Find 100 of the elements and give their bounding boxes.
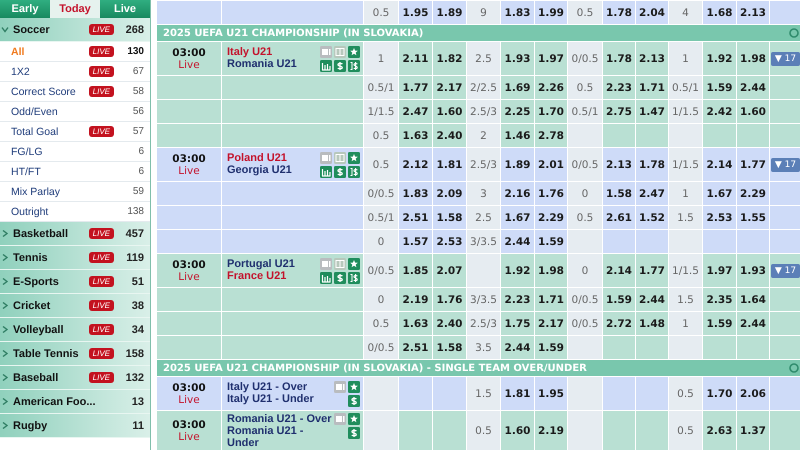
star-icon[interactable] [348,46,360,58]
more-markets-button[interactable]: ▼ 17 [770,52,800,66]
more-markets-button[interactable]: ▼ 17 [770,158,800,172]
chart-icon[interactable] [320,60,332,72]
field-icon[interactable] [334,258,346,270]
tab[interactable]: Live [100,0,150,18]
handicap-line: 2.5 [475,212,492,224]
field-icon[interactable] [334,46,346,58]
market-name: 1X2 [11,66,31,78]
team-name[interactable]: Italy U21 - Under [227,392,334,404]
dollar-list-icon[interactable] [348,166,360,178]
sport-name: American Foo... [13,396,97,408]
event-count: 11 [131,420,144,432]
handicap-line: 0.5 [372,130,390,142]
dollar-list-icon[interactable] [348,60,360,72]
chevron-icon [2,278,8,285]
dollar-icon[interactable] [348,427,360,439]
sport-name: Volleyball [13,324,65,336]
live-badge: LIVE [88,276,114,287]
tab[interactable]: Today [50,0,100,18]
handicap-line: 0/0.5 [368,188,394,200]
event-count: 13 [130,396,144,408]
star-icon[interactable] [348,380,360,392]
handicap-line: 1.5 [677,294,694,306]
handicap-line: 0/0.5 [572,318,598,330]
sport-item[interactable]: Volleyball LIVE 34 [0,318,150,342]
sport-item[interactable]: Basketball LIVE 457 [0,222,150,246]
handicap-line: 0.5/1 [368,212,394,224]
chart-icon[interactable] [320,272,332,284]
team-name[interactable]: France U21 [227,270,320,282]
dollar-icon[interactable] [348,394,360,406]
dollar-icon[interactable] [334,166,346,178]
team-name[interactable]: Italy U21 - Over [227,380,334,392]
event-count: 158 [124,348,144,360]
dollar-icon[interactable] [334,272,346,284]
sport-item[interactable]: Soccer LIVE 268 [0,18,150,42]
sport-item[interactable]: E-Sports LIVE 51 [0,270,150,294]
handicap-line: 0/0.5 [572,52,598,64]
sport-item[interactable]: Tennis LIVE 119 [0,246,150,270]
team-name[interactable]: Romania U21 - Under [227,425,334,449]
team-name[interactable]: Italy U21 [227,46,320,58]
market-name: All [11,46,26,58]
handicap-line: 1.5 [475,388,492,400]
live-badge: LIVE [88,252,114,263]
event-count: 34 [130,324,144,336]
handicap-line: 2.5 [475,52,492,64]
live-badge: LIVE [88,372,114,383]
handicap-line: 2 [480,130,487,142]
handicap-line: 0 [378,294,384,306]
sport-item[interactable]: Baseball LIVE 132 [0,366,150,390]
event-count: 119 [125,252,144,264]
chevron-icon [2,302,8,309]
team-name[interactable]: Poland U21 [227,152,320,164]
handicap-line: 3/3.5 [470,294,497,306]
live-badge: LIVE [88,324,114,335]
live-status: Live [177,164,201,176]
handicap-line: 0.5 [372,6,390,18]
chevron-icon [2,350,8,357]
team-name[interactable]: Portugal U21 [227,258,320,270]
event-count: 59 [132,186,144,197]
sport-item[interactable]: American Foo... 13 [0,390,150,414]
handicap-line: 1 [682,52,689,64]
handicap-line: 0.5 [677,425,694,437]
market-name: Total Goal [11,126,60,138]
event-count: 51 [130,276,144,288]
handicap-line: 0.5/1 [368,82,394,94]
league-title: 2025 UEFA U21 CHAMPIONSHIP (IN SLOVAKIA) [163,28,424,38]
sport-item[interactable]: Cricket LIVE 38 [0,294,150,318]
handicap-line: 3/3.5 [470,236,497,248]
dollar-icon[interactable] [334,60,346,72]
sport-name: Soccer [13,24,51,36]
live-badge: LIVE [88,126,114,137]
live-status: Live [177,394,201,406]
dollar-list-icon[interactable] [348,272,360,284]
chart-icon[interactable] [320,166,332,178]
handicap-line: 3.5 [475,342,492,354]
team-name[interactable]: Georgia U21 [227,164,320,176]
handicap-line: 2/2.5 [470,82,497,94]
star-icon[interactable] [348,152,360,164]
chevron-icon [2,374,8,381]
sport-item[interactable]: Table Tennis LIVE 158 [0,342,150,366]
live-status: Live [177,58,201,70]
sport-name: E-Sports [13,276,60,288]
handicap-line: 0/0.5 [368,342,394,354]
sport-item[interactable]: Rugby 11 [0,414,150,438]
live-status: Live [177,270,201,282]
star-icon[interactable] [348,258,360,270]
star-icon[interactable] [348,413,360,425]
market-name: HT/FT [11,166,42,178]
event-count: 268 [124,24,144,36]
team-name[interactable]: Romania U21 - Over [227,413,334,425]
live-badge: LIVE [88,348,114,359]
handicap-line: 0.5 [576,212,594,224]
match-time: 03:00 [171,152,207,164]
event-count: 57 [132,126,144,137]
event-count: 58 [132,86,144,97]
team-name[interactable]: Romania U21 [227,58,320,70]
more-markets-button[interactable]: ▼ 17 [770,264,800,278]
live-badge: LIVE [88,300,114,311]
field-icon[interactable] [334,152,346,164]
